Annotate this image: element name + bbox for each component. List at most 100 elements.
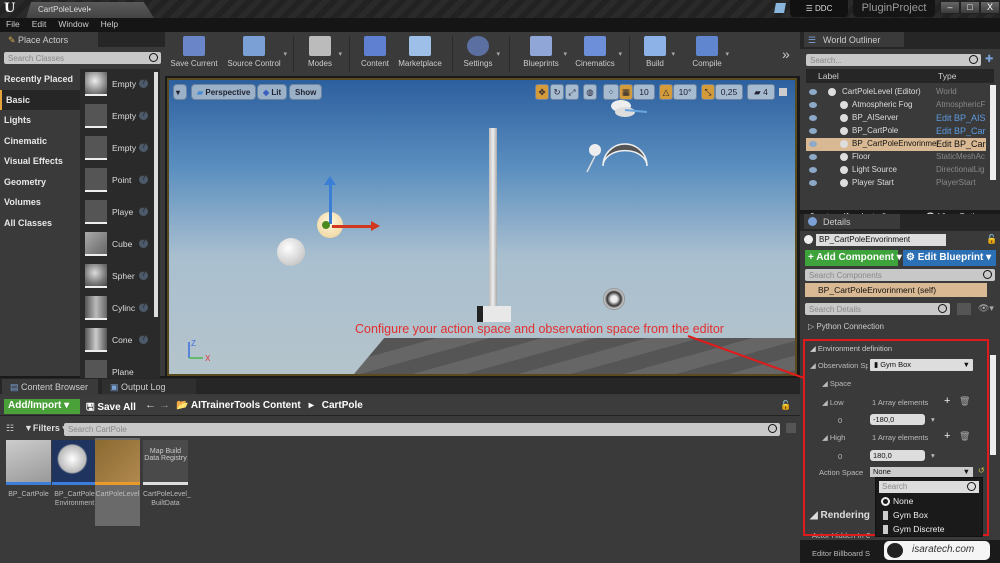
search-components-input[interactable]: Search Components [805, 269, 995, 281]
world-local-icon[interactable]: ◍ [583, 84, 597, 100]
world-outliner-tab[interactable]: World Outliner [804, 32, 904, 47]
compile-button[interactable]: Compile ▾ [687, 36, 729, 74]
chevron-down-icon[interactable]: ▾ [931, 415, 935, 424]
actor-item[interactable]: Cylinc? [80, 293, 160, 325]
actor-item[interactable]: Cube? [80, 229, 160, 261]
environment-definition-category[interactable]: ◢ Environment definition [810, 344, 892, 353]
help-icon[interactable]: ? [139, 335, 148, 344]
actor-name-field[interactable]: BP_CartPoleEnvorinment [816, 234, 946, 246]
rotation-snap-toggle[interactable]: △ [659, 84, 673, 100]
minimize-button[interactable]: – [940, 1, 960, 14]
level-viewport[interactable]: ▾ ▰ Perspective ◆ Lit Show ✥ ↻ ⤢ ◍ ⁘ ▦ 1… [167, 78, 797, 376]
rotation-snap-value[interactable]: 10° [673, 84, 697, 100]
outliner-scrollbar[interactable] [990, 85, 996, 180]
observation-space-dropdown[interactable]: ▮ Gym Box ▼ [870, 359, 973, 371]
add-component-button[interactable]: + Add Component ▾ [805, 250, 902, 266]
rotate-tool[interactable]: ↻ [550, 84, 564, 100]
option-none[interactable]: None [879, 496, 913, 509]
breadcrumb-current[interactable]: CartPole [322, 400, 363, 411]
python-connection-category[interactable]: ▷ Python Connection [808, 322, 884, 331]
outliner-row[interactable]: BP_AIServer Edit BP_AIS [806, 112, 986, 125]
modes-button[interactable]: Modes ▾ [300, 36, 342, 74]
help-icon[interactable]: ? [139, 143, 148, 152]
category-all-classes[interactable]: All Classes [0, 213, 80, 234]
actor-item[interactable]: Empty? [80, 101, 160, 133]
marketplace-button[interactable]: Marketplace [395, 36, 445, 74]
actor-item[interactable]: Empty? [80, 69, 160, 101]
rendering-category[interactable]: ◢ Rendering [810, 510, 870, 521]
category-basic[interactable]: Basic [0, 89, 80, 110]
edit-blueprint-link[interactable]: Edit BP_Car [936, 139, 986, 149]
actor-item[interactable]: Empty? [80, 133, 160, 165]
category-volumes[interactable]: Volumes [0, 192, 80, 213]
maximize-viewport-icon[interactable] [779, 88, 787, 96]
close-button[interactable]: X [980, 1, 1000, 14]
outliner-search-input[interactable]: Search... [806, 54, 981, 66]
action-space-dropdown[interactable]: None ▼ [870, 467, 973, 477]
outliner-row[interactable]: CartPoleLevel (Editor) World [806, 86, 986, 99]
option-gym-box[interactable]: Gym Box [879, 510, 928, 523]
asset-cartpolelevel-builtdata[interactable]: Map Build Data Registry CartPoleLevel_ Bu… [143, 440, 191, 512]
maximize-button[interactable]: □ [960, 1, 980, 14]
column-type[interactable]: Type [938, 71, 956, 81]
lock-icon[interactable]: 🔓 [780, 400, 791, 411]
gizmo-y-axis[interactable] [322, 221, 330, 229]
perspective-button[interactable]: ▰ Perspective [191, 84, 257, 100]
asset-cartpolelevel[interactable]: CartPoleLevel [95, 438, 140, 526]
menu-edit[interactable]: Edit [26, 18, 53, 32]
outliner-row[interactable]: BP_CartPoleEnvorinmer Edit BP_Car [806, 138, 986, 151]
scale-tool[interactable]: ⤢ [565, 84, 579, 100]
translate-tool[interactable]: ✥ [535, 84, 549, 100]
outliner-row[interactable]: BP_CartPole Edit BP_Car [806, 125, 986, 138]
space-category[interactable]: ◢ Space [822, 379, 851, 388]
ddc-button[interactable]: ☰ DDC [790, 0, 848, 17]
help-icon[interactable]: ? [139, 79, 148, 88]
help-icon[interactable]: ? [139, 239, 148, 248]
menu-help[interactable]: Help [95, 18, 124, 32]
actor-item[interactable]: Spher? [80, 261, 160, 293]
actor-item[interactable]: Point? [80, 165, 160, 197]
camera-speed-button[interactable]: ▰ 4 [747, 84, 775, 100]
visibility-eye-icon[interactable] [809, 180, 817, 186]
low-value-input[interactable]: -180,0 [870, 414, 925, 425]
document-tab[interactable]: CartPoleLevel• [26, 2, 154, 18]
gizmo-z-axis[interactable] [329, 182, 332, 224]
scale-snap-value[interactable]: 0,25 [715, 84, 743, 100]
high-category[interactable]: ◢ High [822, 433, 845, 442]
settings-button[interactable]: Settings ▾ [458, 36, 500, 74]
visibility-eye-icon[interactable] [809, 115, 817, 121]
visibility-eye-icon[interactable] [809, 102, 817, 108]
source-control-button[interactable]: Source Control ▾ [223, 36, 287, 74]
asset-bp-cartpole-environment[interactable]: BP_CartPole Environment [52, 440, 97, 512]
save-current-button[interactable]: Save Current [169, 36, 219, 74]
tab-output-log[interactable]: ▣ Output Log [102, 379, 196, 394]
viewport-options-button[interactable]: ▾ [173, 84, 187, 100]
sources-toggle-icon[interactable]: ☷ [6, 423, 14, 434]
actor-item[interactable]: Playe? [80, 197, 160, 229]
property-matrix-icon[interactable] [957, 303, 971, 315]
column-label[interactable]: Label [818, 71, 839, 81]
category-cinematic[interactable]: Cinematic [0, 131, 80, 152]
search-details-input[interactable]: Search Details [805, 303, 950, 315]
breadcrumb-root[interactable]: AITrainerTools Content [191, 400, 301, 411]
save-all-button[interactable]: 🖫 Save All [86, 400, 136, 417]
scale-snap-toggle[interactable]: ⤡ [701, 84, 715, 100]
outliner-row[interactable]: Player Start PlayerStart [806, 177, 986, 190]
blueprints-button[interactable]: Blueprints ▾ [517, 36, 567, 74]
notification-icon[interactable] [774, 3, 786, 13]
menu-window[interactable]: Window [52, 18, 94, 32]
visibility-eye-icon[interactable] [809, 128, 817, 134]
reset-to-default-icon[interactable]: ↺ [978, 466, 985, 475]
category-lights[interactable]: Lights [0, 110, 80, 131]
details-tab[interactable]: Details [804, 214, 900, 229]
edit-blueprint-link[interactable]: Edit BP_AIS [936, 113, 986, 123]
dropdown-search-input[interactable]: Search [879, 481, 979, 493]
edit-blueprint-link[interactable]: Edit BP_Car [936, 126, 986, 136]
visibility-eye-icon[interactable] [809, 141, 817, 147]
outliner-row[interactable]: Atmospheric Fog AtmosphericF [806, 99, 986, 112]
help-icon[interactable]: ? [139, 303, 148, 312]
build-button[interactable]: Build ▾ [637, 36, 675, 74]
category-recently-placed[interactable]: Recently Placed [0, 69, 80, 90]
option-gym-discrete[interactable]: Gym Discrete [879, 524, 944, 537]
help-icon[interactable]: ? [139, 207, 148, 216]
